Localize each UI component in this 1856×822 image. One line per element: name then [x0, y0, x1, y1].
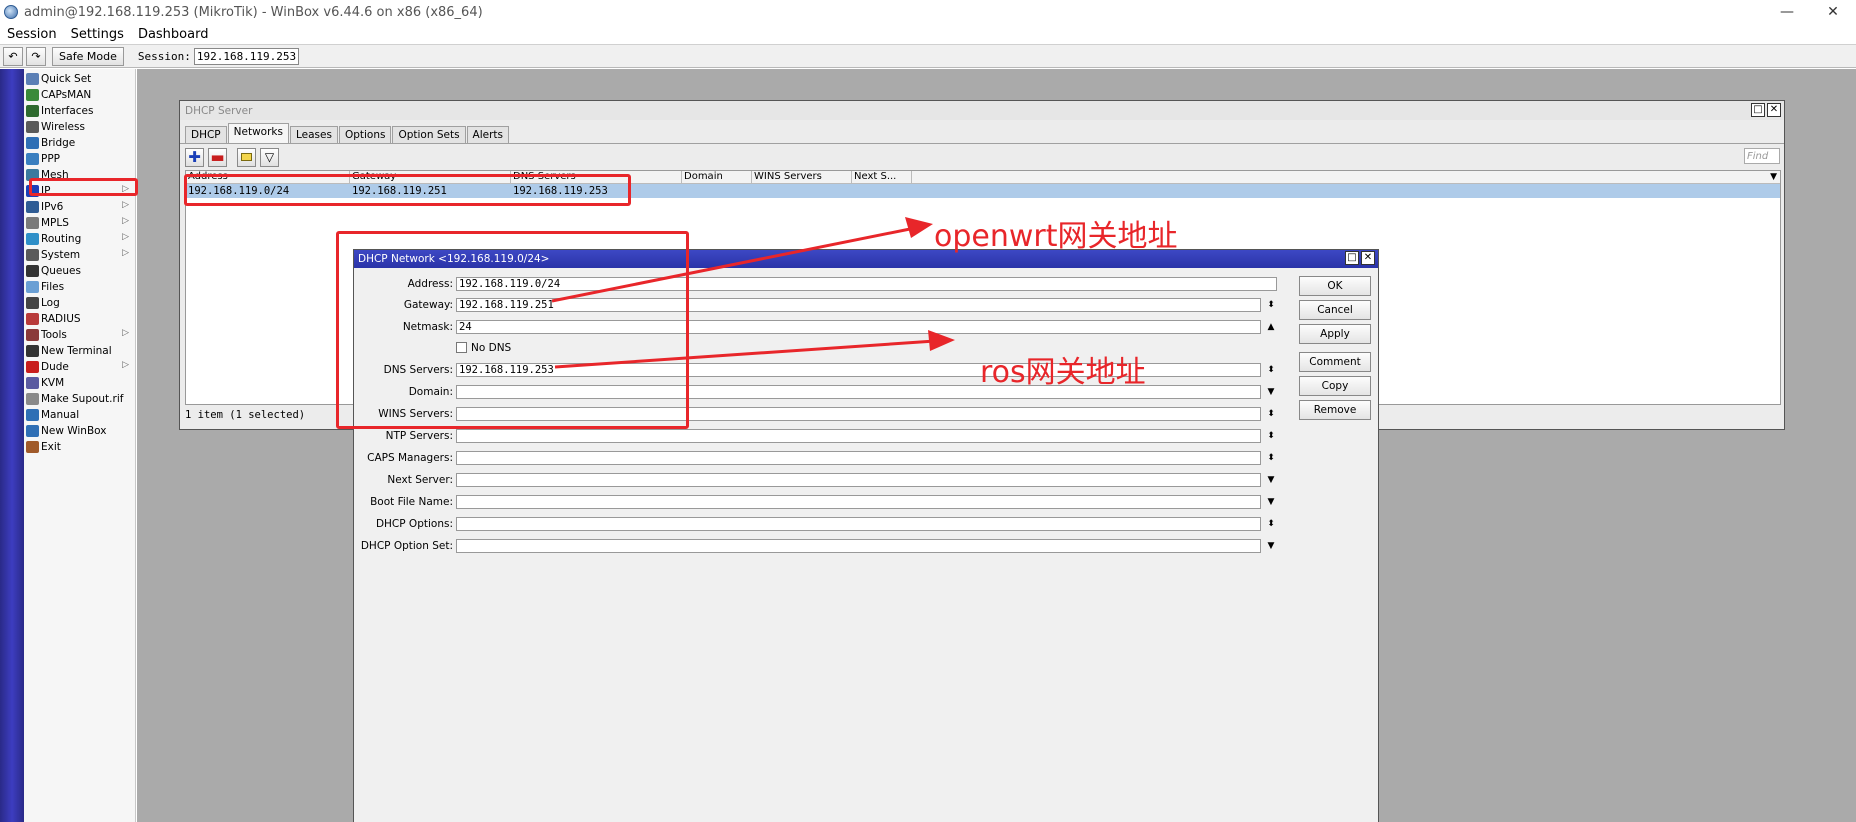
- openwrt-arrow-line: [551, 226, 916, 303]
- openwrt-arrowhead-icon: [905, 217, 933, 238]
- ros-arrowhead-icon: [928, 330, 955, 351]
- annotation-arrows: [551, 217, 955, 369]
- openwrt-annotation: openwrt网关地址: [934, 219, 1178, 254]
- ros-annotation: ros网关地址: [980, 355, 1146, 390]
- ros-arrow-line: [554, 339, 936, 369]
